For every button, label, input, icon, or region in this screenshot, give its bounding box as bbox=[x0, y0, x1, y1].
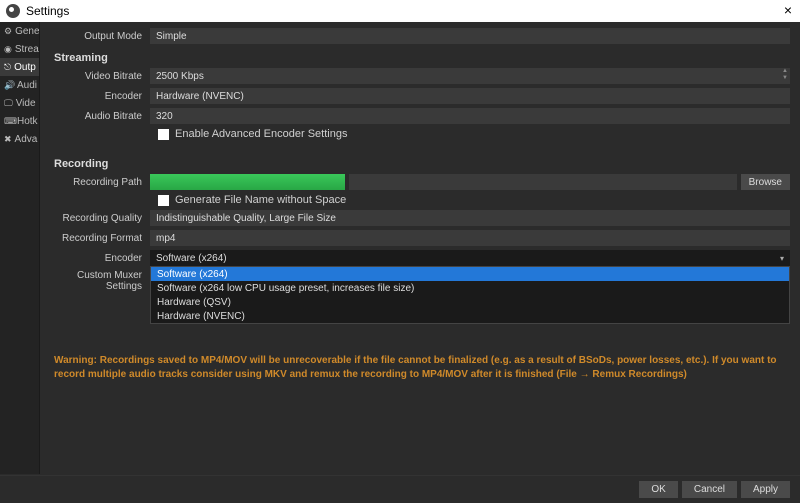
recording-quality-label: Recording Quality bbox=[50, 213, 150, 224]
gear-icon: ⚙ bbox=[4, 26, 12, 37]
sidebar-item-stream[interactable]: ◉Strea bbox=[0, 40, 39, 58]
sidebar-item-advanced[interactable]: ✖Adva bbox=[0, 130, 39, 148]
warning-text: Warning: Recordings saved to MP4/MOV wil… bbox=[54, 354, 786, 382]
audio-bitrate-label: Audio Bitrate bbox=[50, 111, 150, 122]
audio-bitrate-select[interactable]: 320 bbox=[150, 108, 790, 124]
recording-title: Recording bbox=[54, 158, 790, 170]
filename-label: Generate File Name without Space bbox=[175, 194, 346, 206]
streaming-title: Streaming bbox=[54, 52, 790, 64]
content-panel: Output Mode Simple Streaming Video Bitra… bbox=[40, 22, 800, 474]
sidebar-item-hotkeys[interactable]: ⌨Hotk bbox=[0, 112, 39, 130]
browse-button[interactable]: Browse bbox=[741, 174, 790, 190]
sidebar: ⚙Gene ◉Strea ⎋Outp 🔊Audi 🖵Vide ⌨Hotk ✖Ad… bbox=[0, 22, 40, 474]
encoder-option[interactable]: Hardware (QSV) bbox=[151, 295, 789, 309]
stream-encoder-select[interactable]: Hardware (NVENC) bbox=[150, 88, 790, 104]
encoder-option[interactable]: Hardware (NVENC) bbox=[151, 309, 789, 323]
output-mode-select[interactable]: Simple bbox=[150, 28, 790, 44]
stream-icon: ◉ bbox=[4, 44, 12, 55]
recording-path-label: Recording Path bbox=[50, 177, 150, 188]
adv-encoder-label: Enable Advanced Encoder Settings bbox=[175, 128, 347, 140]
stream-encoder-label: Encoder bbox=[50, 91, 150, 102]
titlebar: Settings × bbox=[0, 0, 800, 22]
recording-format-label: Recording Format bbox=[50, 233, 150, 244]
muxer-label: Custom Muxer Settings bbox=[50, 270, 150, 292]
apply-button[interactable]: Apply bbox=[741, 481, 790, 498]
encoder-dropdown: Software (x264) Software (x264 low CPU u… bbox=[150, 266, 790, 324]
recording-format-select[interactable]: mp4 bbox=[150, 230, 790, 246]
hotkey-icon: ⌨ bbox=[4, 116, 14, 127]
recording-encoder-select[interactable]: Software (x264) ▾ Software (x264) Softwa… bbox=[150, 250, 790, 266]
cancel-button[interactable]: Cancel bbox=[682, 481, 737, 498]
audio-icon: 🔊 bbox=[4, 80, 14, 91]
output-icon: ⎋ bbox=[4, 62, 11, 73]
video-bitrate-label: Video Bitrate bbox=[50, 71, 150, 82]
spinner-icon[interactable]: ▲▼ bbox=[782, 68, 788, 82]
filename-checkbox[interactable] bbox=[158, 195, 169, 206]
ok-button[interactable]: OK bbox=[639, 481, 677, 498]
footer: OK Cancel Apply bbox=[0, 475, 800, 503]
app-icon bbox=[6, 4, 20, 18]
advanced-icon: ✖ bbox=[4, 134, 12, 145]
sidebar-item-general[interactable]: ⚙Gene bbox=[0, 22, 39, 40]
output-mode-label: Output Mode bbox=[50, 31, 150, 42]
video-icon: 🖵 bbox=[4, 98, 13, 109]
recording-quality-select[interactable]: Indistinguishable Quality, Large File Si… bbox=[150, 210, 790, 226]
encoder-option[interactable]: Software (x264 low CPU usage preset, inc… bbox=[151, 281, 789, 295]
recording-path-input[interactable] bbox=[150, 174, 345, 190]
adv-encoder-checkbox[interactable] bbox=[158, 129, 169, 140]
close-icon[interactable]: × bbox=[784, 2, 792, 18]
encoder-option[interactable]: Software (x264) bbox=[151, 267, 789, 281]
video-bitrate-input[interactable]: 2500 Kbps▲▼ bbox=[150, 68, 790, 84]
sidebar-item-audio[interactable]: 🔊Audi bbox=[0, 76, 39, 94]
sidebar-item-output[interactable]: ⎋Outp bbox=[0, 58, 39, 76]
recording-encoder-label: Encoder bbox=[50, 253, 150, 264]
chevron-down-icon: ▾ bbox=[780, 254, 784, 263]
sidebar-item-video[interactable]: 🖵Vide bbox=[0, 94, 39, 112]
window-title: Settings bbox=[26, 4, 69, 18]
